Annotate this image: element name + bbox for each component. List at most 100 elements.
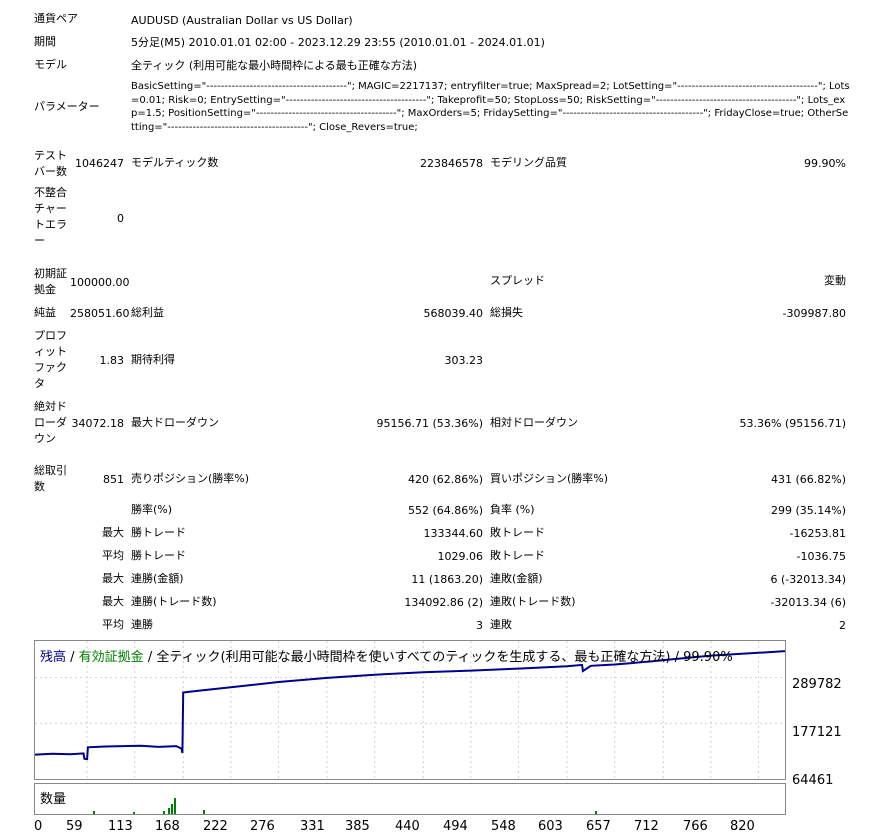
value-cons-win-cnt: 134092.86 (2) xyxy=(404,596,483,609)
label-max-2: 最大 xyxy=(102,572,124,585)
value-max-loss: -16253.81 xyxy=(789,527,846,540)
label-profit-factor: プロフィットファクタ xyxy=(34,329,67,390)
volume-bar-5 xyxy=(174,798,176,814)
x-tick-15: 820 xyxy=(730,819,755,834)
value-short: 420 (62.86%) xyxy=(407,473,483,486)
label-cons-win-cnt: 連勝(トレード数) xyxy=(131,595,217,608)
value-net: 258051.60 xyxy=(70,307,130,320)
label-ticks: モデルティック数 xyxy=(131,156,219,169)
value-period: 5分足(M5) 2010.01.01 02:00 - 2023.12.29 23… xyxy=(131,36,545,49)
value-loss-rate: 299 (35.14%) xyxy=(770,504,846,517)
legend-separator: / xyxy=(66,650,79,665)
value-long: 431 (66.82%) xyxy=(770,473,846,486)
label-params: パラメーター xyxy=(34,100,100,113)
label-rel-dd: 相対ドローダウン xyxy=(490,416,578,429)
label-period: 期間 xyxy=(34,35,56,48)
label-net: 純益 xyxy=(34,306,56,319)
legend-description: / 全ティック(利用可能な最小時間枠を使いすべてのティックを生成する、最も正確な… xyxy=(143,650,733,665)
y-tick-3: 64461 xyxy=(792,773,834,788)
label-max-1: 最大 xyxy=(102,526,124,539)
label-deposit: 初期証拠金 xyxy=(34,267,67,296)
volume-bar-7 xyxy=(595,811,597,814)
label-gross-profit: 総利益 xyxy=(131,306,164,319)
label-quality: モデリング品質 xyxy=(490,156,567,169)
value-cons-loss-amt: 6 (-32013.34) xyxy=(770,573,846,586)
value-deposit: 100000.00 xyxy=(70,276,130,289)
volume-bar-0 xyxy=(93,811,95,814)
label-cons-loss-amt: 連敗(金額) xyxy=(490,572,543,585)
value-avg-win: 1029.06 xyxy=(437,550,484,563)
label-avg-2: 平均 xyxy=(102,618,124,631)
label-max-dd: 最大ドローダウン xyxy=(131,416,219,429)
label-avg-cons-loss: 連敗 xyxy=(490,618,512,631)
label-cons-loss-cnt: 連敗(トレード数) xyxy=(490,595,576,608)
volume-chart: 数量 xyxy=(34,783,786,815)
value-win-rate: 552 (64.86%) xyxy=(407,504,483,517)
x-tick-13: 712 xyxy=(634,819,659,834)
label-expected: 期待利得 xyxy=(131,353,175,366)
x-tick-9: 494 xyxy=(443,819,468,834)
volume-bar-3 xyxy=(168,808,170,814)
x-tick-6: 331 xyxy=(300,819,325,834)
value-mismatch: 0 xyxy=(117,212,124,225)
label-max-3: 最大 xyxy=(102,595,124,608)
balance-series-line xyxy=(35,650,785,761)
x-tick-2: 113 xyxy=(108,819,133,834)
volume-bar-6 xyxy=(203,810,205,814)
value-cons-win-amt: 11 (1863.20) xyxy=(411,573,483,586)
value-rel-dd: 53.36% (95156.71) xyxy=(739,417,846,430)
value-expected: 303.23 xyxy=(444,354,484,367)
value-avg-loss: -1036.75 xyxy=(796,550,846,563)
label-short: 売りポジション(勝率%) xyxy=(131,472,250,485)
x-tick-14: 766 xyxy=(683,819,708,834)
x-tick-3: 168 xyxy=(155,819,180,834)
y-tick-2: 177121 xyxy=(792,725,842,740)
value-profit-factor: 1.83 xyxy=(99,354,125,367)
label-avg-cons-win: 連勝 xyxy=(131,618,153,631)
volume-chart-plot xyxy=(93,798,597,814)
label-avg-loss-trade: 敗トレード xyxy=(490,549,545,562)
value-cons-loss-cnt: -32013.34 (6) xyxy=(770,596,846,609)
volume-bar-4 xyxy=(171,804,173,814)
x-tick-4: 222 xyxy=(203,819,228,834)
label-avg-win-trade: 勝トレード xyxy=(131,549,186,562)
label-model: モデル xyxy=(34,58,67,71)
value-symbol: AUDUSD (Australian Dollar vs US Dollar) xyxy=(131,14,353,27)
value-total-trades: 851 xyxy=(103,473,124,486)
value-spread: 変動 xyxy=(824,274,846,287)
value-abs-dd: 34072.18 xyxy=(71,417,125,430)
x-tick-11: 603 xyxy=(538,819,563,834)
label-total-trades: 総取引数 xyxy=(34,464,67,493)
balance-chart: 残高 / 有効証拠金 / 全ティック(利用可能な最小時間枠を使いすべてのティック… xyxy=(34,640,786,780)
x-tick-5: 276 xyxy=(250,819,275,834)
volume-label: 数量 xyxy=(40,792,67,807)
label-avg-1: 平均 xyxy=(102,549,124,562)
label-max-win-trade: 勝トレード xyxy=(131,526,186,539)
value-quality: 99.90% xyxy=(804,157,846,170)
x-tick-1: 59 xyxy=(66,819,83,834)
label-bars: テストバー数 xyxy=(34,149,67,178)
volume-bar-2 xyxy=(163,811,165,814)
volume-bar-1 xyxy=(133,812,135,814)
value-bars: 1046247 xyxy=(75,157,124,170)
legend-balance: 残高 xyxy=(40,650,67,665)
x-tick-8: 440 xyxy=(395,819,420,834)
x-tick-10: 548 xyxy=(491,819,516,834)
label-abs-dd: 絶対ドローダウン xyxy=(34,400,67,445)
label-spread: スプレッド xyxy=(490,274,545,287)
value-max-win: 133344.60 xyxy=(423,527,484,540)
x-tick-7: 385 xyxy=(345,819,370,834)
value-params: BasicSetting="--------------------------… xyxy=(131,81,850,133)
chart-legend: 残高 / 有効証拠金 / 全ティック(利用可能な最小時間枠を使いすべてのティック… xyxy=(40,646,733,665)
label-win-rate: 勝率(%) xyxy=(131,503,173,516)
x-tick-12: 657 xyxy=(586,819,611,834)
value-gross-loss: -309987.80 xyxy=(782,307,846,320)
label-cons-win-amt: 連勝(金額) xyxy=(131,572,184,585)
label-loss-rate: 負率 (%) xyxy=(490,503,535,516)
label-gross-loss: 総損失 xyxy=(490,306,523,319)
legend-equity: 有効証拠金 xyxy=(78,650,144,665)
label-long: 買いポジション(勝率%) xyxy=(490,472,609,485)
y-tick-1: 289782 xyxy=(792,677,842,692)
label-symbol: 通貨ペア xyxy=(34,12,78,25)
value-model: 全ティック (利用可能な最小時間枠による最も正確な方法) xyxy=(131,59,418,72)
